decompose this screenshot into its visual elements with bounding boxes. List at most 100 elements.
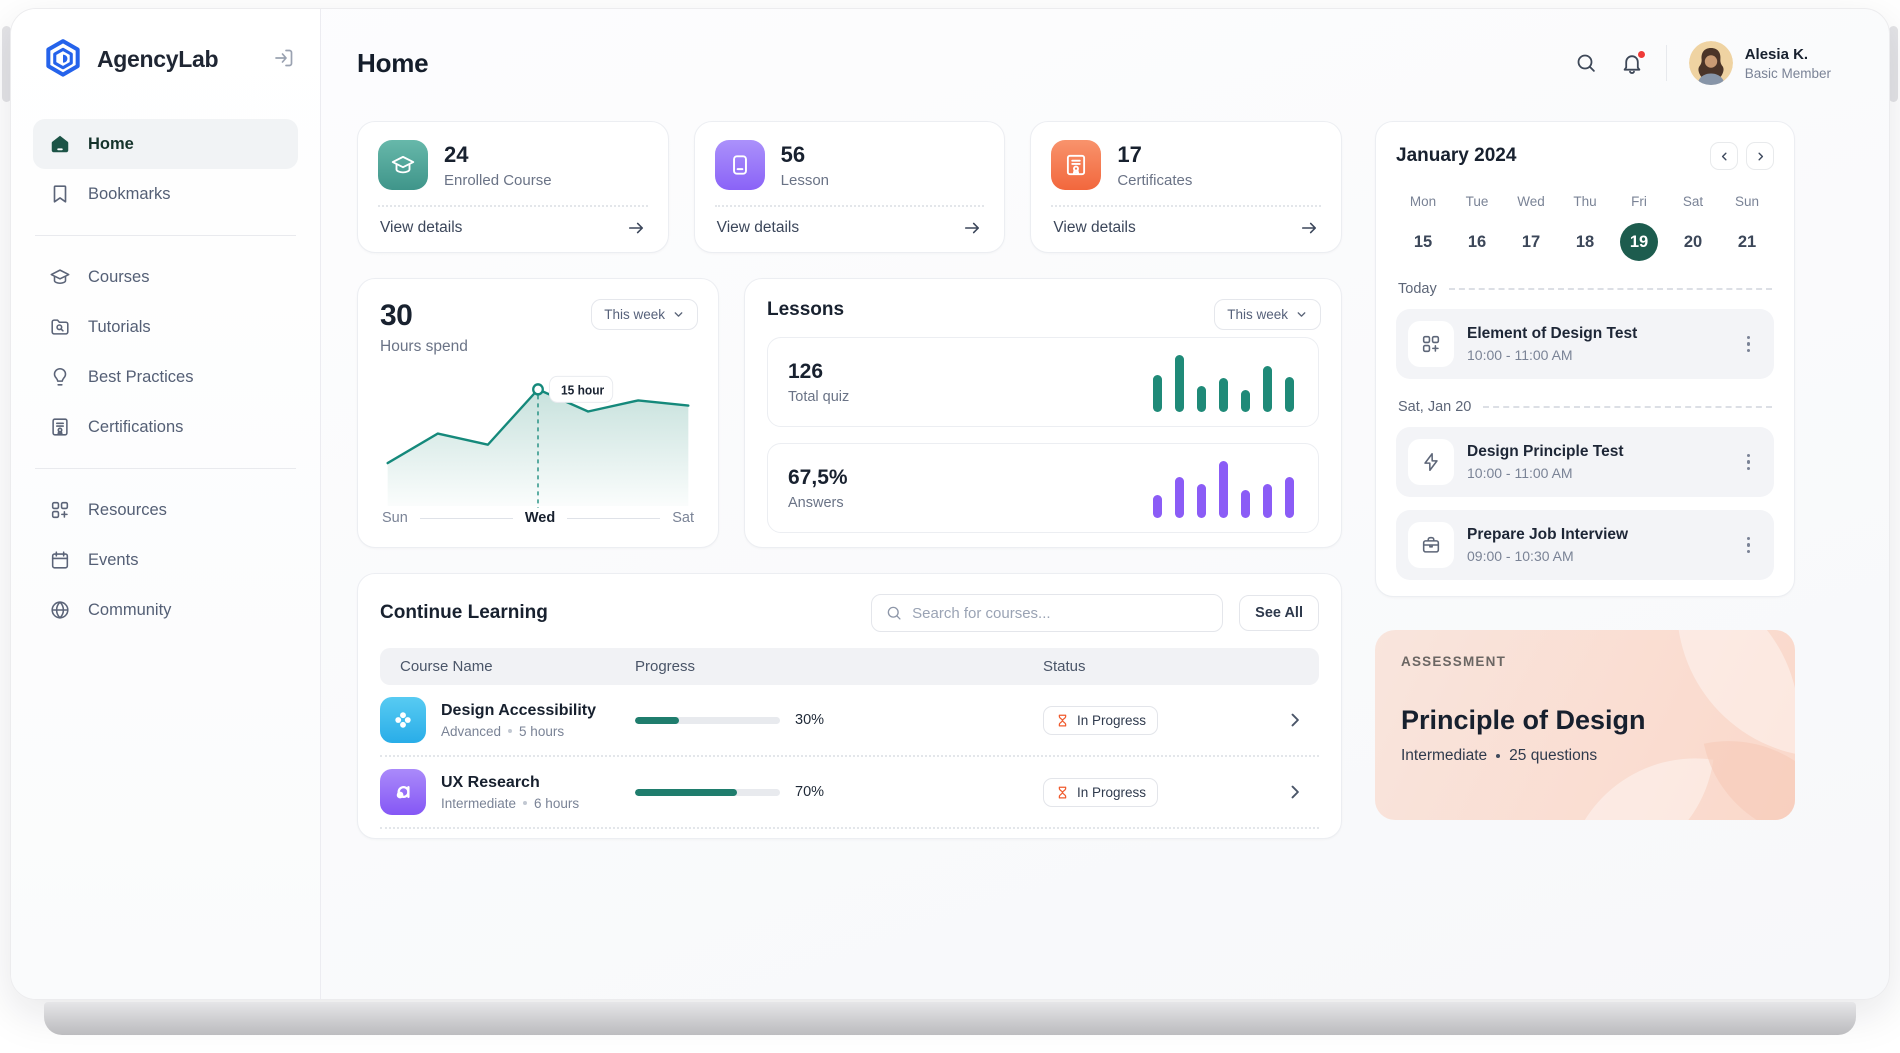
bar	[1153, 375, 1162, 412]
event-design-principle-test[interactable]: Design Principle Test 10:00 - 11:00 AM	[1396, 427, 1774, 497]
table-body: Design Accessibility Advanced 5 hours 30…	[380, 685, 1319, 829]
avatar	[1689, 41, 1733, 85]
calendar-date-21[interactable]: 21	[1720, 223, 1774, 261]
charts-row: 30 Hours spend This week 15 hour	[357, 278, 1342, 548]
assessment-title: Principle of Design	[1401, 705, 1769, 736]
progress-bar	[635, 717, 780, 724]
sidebar-item-certifications[interactable]: Certifications	[33, 402, 298, 452]
stat-value: 56	[781, 142, 829, 168]
day-name: Wed	[1504, 194, 1558, 209]
day-name: Sat	[1666, 194, 1720, 209]
bar	[1241, 490, 1250, 518]
calendar-next-button[interactable]	[1746, 142, 1774, 170]
page-title: Home	[357, 48, 428, 79]
pinwheel-icon	[380, 697, 426, 743]
calendar-prev-button[interactable]	[1710, 142, 1738, 170]
calendar-dates: 15161718192021	[1396, 223, 1774, 261]
search-icon[interactable]	[1574, 51, 1598, 75]
column-header-course-name: Course Name	[380, 658, 635, 675]
bell-icon[interactable]	[1620, 51, 1644, 75]
bookmark-icon	[49, 183, 71, 205]
stat-value: 24	[444, 142, 552, 168]
chevron-right-icon[interactable]	[1285, 710, 1305, 730]
continue-learning-title: Continue Learning	[380, 602, 855, 624]
course-row-ux-research[interactable]: UX Research Intermediate 6 hours 70% In …	[380, 757, 1319, 829]
hours-filter-dropdown[interactable]: This week	[591, 299, 698, 330]
kebab-menu-icon[interactable]	[1743, 332, 1755, 357]
bar	[1197, 386, 1206, 412]
day-name: Fri	[1612, 194, 1666, 209]
see-all-button[interactable]: See All	[1239, 595, 1319, 631]
bar	[1219, 378, 1228, 412]
stat-card-lesson: 56 Lesson View details	[694, 121, 1006, 253]
sidebar-item-home[interactable]: Home	[33, 119, 298, 169]
calendar-date-16[interactable]: 16	[1450, 223, 1504, 261]
certificate-icon	[49, 416, 71, 438]
calendar-day-names: MonTueWedThuFriSatSun	[1396, 194, 1774, 209]
sidebar-collapse-icon[interactable]	[272, 46, 298, 72]
user-menu[interactable]: Alesia K. Basic Member	[1689, 41, 1831, 85]
calendar-date-18[interactable]: 18	[1558, 223, 1612, 261]
column-header-status: Status	[1035, 658, 1319, 675]
event-element-of-design-test[interactable]: Element of Design Test 10:00 - 11:00 AM	[1396, 309, 1774, 379]
sidebar-item-community[interactable]: Community	[33, 585, 298, 635]
calendar-date-19[interactable]: 19	[1612, 223, 1666, 261]
sidebar-item-events[interactable]: Events	[33, 535, 298, 585]
day-name: Sun	[1720, 194, 1774, 209]
course-name: UX Research	[441, 774, 579, 792]
hours-spend-card: 30 Hours spend This week 15 hour	[357, 278, 719, 548]
app-title: AgencyLab	[97, 46, 260, 73]
grid-plus-icon	[49, 499, 71, 521]
course-row-design-accessibility[interactable]: Design Accessibility Advanced 5 hours 30…	[380, 685, 1319, 757]
grid-plus-icon	[1408, 321, 1454, 367]
progress-percent: 70%	[795, 784, 824, 800]
sidebar-item-bookmarks[interactable]: Bookmarks	[33, 169, 298, 219]
calendar-card: January 2024 MonTueWedThuFriSatSun 15161…	[1375, 121, 1795, 597]
view-details-link[interactable]: View details	[715, 205, 985, 242]
chevron-left-icon	[1718, 150, 1731, 163]
quiz-label: Total quiz	[788, 389, 849, 405]
logo-row: AgencyLab	[33, 37, 298, 81]
briefcase-icon	[1408, 522, 1454, 568]
answers-label: Answers	[788, 495, 848, 511]
sidebar-item-resources[interactable]: Resources	[33, 485, 298, 535]
chevron-right-icon[interactable]	[1285, 782, 1305, 802]
view-details-link[interactable]: View details	[378, 205, 648, 242]
stat-label: Certificates	[1117, 172, 1192, 189]
course-meta: Advanced 5 hours	[441, 724, 596, 739]
event-prepare-job-interview[interactable]: Prepare Job Interview 09:00 - 10:30 AM	[1396, 510, 1774, 580]
kebab-menu-icon[interactable]	[1743, 450, 1755, 475]
kebab-menu-icon[interactable]	[1743, 533, 1755, 558]
calendar-events: Today Element of Design Test 10:00 - 11:…	[1396, 281, 1774, 580]
quiz-value: 126	[788, 360, 849, 384]
course-search-input[interactable]	[912, 605, 1209, 622]
calendar-date-15[interactable]: 15	[1396, 223, 1450, 261]
event-title: Element of Design Test	[1467, 325, 1637, 343]
continue-learning-card: Continue Learning See All Course NamePro…	[357, 573, 1342, 839]
sidebar-item-tutorials[interactable]: Tutorials	[33, 302, 298, 352]
assessment-card[interactable]: ASSESSMENT Principle of Design Intermedi…	[1375, 630, 1795, 820]
sidebar-item-courses[interactable]: Courses	[33, 252, 298, 302]
sidebar-item-best-practices[interactable]: Best Practices	[33, 352, 298, 402]
course-name: Design Accessibility	[441, 702, 596, 720]
bar	[1263, 366, 1272, 412]
calendar-date-17[interactable]: 17	[1504, 223, 1558, 261]
main-area: Home Alesia K.	[321, 9, 1889, 999]
chevron-down-icon	[672, 308, 685, 321]
continue-learning-header: Continue Learning See All	[380, 594, 1319, 632]
bar	[1153, 495, 1162, 518]
lessons-filter-dropdown[interactable]: This week	[1214, 299, 1321, 330]
day-name: Thu	[1558, 194, 1612, 209]
header: Home Alesia K.	[321, 9, 1889, 85]
stat-card-enrolled-course: 24 Enrolled Course View details	[357, 121, 669, 253]
status-badge: In Progress	[1043, 706, 1158, 735]
bar	[1285, 477, 1294, 518]
laptop-base-decor	[44, 1002, 1856, 1035]
course-search[interactable]	[871, 594, 1223, 632]
calendar-date-20[interactable]: 20	[1666, 223, 1720, 261]
event-title: Design Principle Test	[1467, 443, 1623, 461]
tablet-icon	[715, 140, 765, 190]
backdrop-right-decor	[1889, 26, 1898, 102]
view-details-link[interactable]: View details	[1051, 205, 1321, 242]
home-icon	[49, 133, 71, 155]
